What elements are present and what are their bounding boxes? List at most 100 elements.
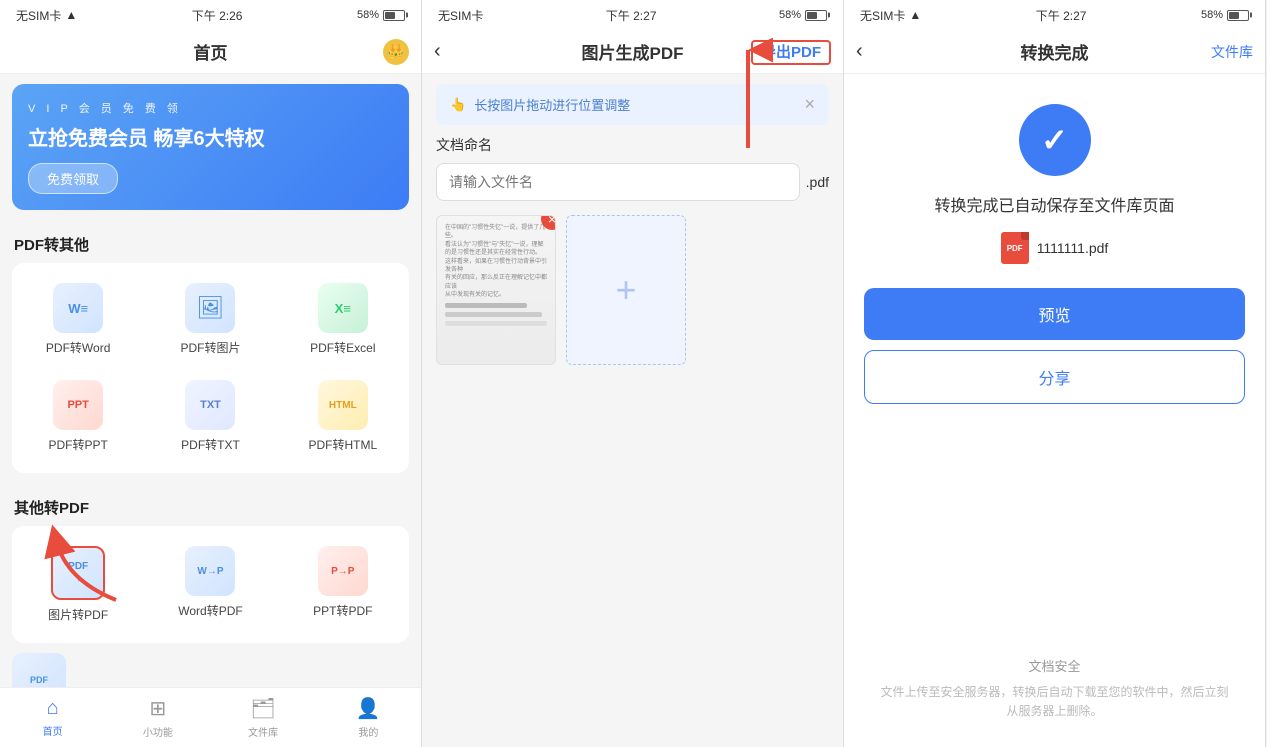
nav-bar-2: ‹ 图片生成PDF 导出PDF — [422, 30, 843, 74]
tip-icon: 👆 — [450, 97, 466, 113]
nav-title-3: 转换完成 — [1021, 39, 1089, 64]
nav-title-2: 图片生成PDF — [582, 39, 684, 64]
tool-img2pdf[interactable]: PDF↑ 图片转PDF — [12, 534, 144, 635]
tool-grid-pdf2other: W≡ PDF转Word 🖼 PDF转图片 X≡ PDF转Excel PPT — [12, 263, 409, 473]
tool-pdf2ppt[interactable]: PPT PDF转PPT — [12, 368, 144, 465]
section-title-pdf2other: PDF转其他 — [0, 220, 421, 263]
tool-pdf2html[interactable]: HTML PDF转HTML — [277, 368, 409, 465]
image-canvas: 在中国的"习惯性失忆"一说，提供了几些。 看法认为"习惯性"与"失忆"一说，理解… — [422, 215, 843, 365]
pdf2txt-icon: TXT — [185, 380, 235, 430]
bottom-nav-profile[interactable]: 👤 我的 — [316, 696, 421, 739]
bottom-nav-tools-label: 小功能 — [143, 724, 173, 739]
vip-banner[interactable]: V I P 会 员 免 费 领 立抢免费会员 畅享6大特权 免费领取 — [12, 84, 409, 210]
word2pdf-label: Word转PDF — [178, 602, 242, 619]
screen-content-2: 👆 长按图片拖动进行位置调整 × 文档命名 .pdf 在中国的"习惯性失忆"一说… — [422, 74, 843, 747]
crown-icon[interactable]: 👑 — [383, 39, 409, 65]
share-button[interactable]: 分享 — [864, 350, 1245, 404]
battery-pct-1: 58% — [357, 9, 379, 21]
bottom-nav-home-label: 首页 — [43, 723, 63, 738]
bottom-nav-profile-label: 我的 — [358, 724, 378, 739]
img2pdf-icon: PDF↑ — [51, 546, 105, 600]
preview-label: 预览 — [1038, 308, 1070, 325]
pdf-label: PDF — [1007, 244, 1023, 253]
back-button-3[interactable]: ‹ — [856, 40, 863, 63]
battery-pct-2: 58% — [779, 9, 801, 21]
phone2: 无SIM卡 下午 2:27 58% ‹ 图片生成PDF 导出PDF 👆 长按图片… — [422, 0, 844, 747]
checkmark-icon: ✓ — [1041, 121, 1068, 159]
ppt2pdf-icon: P→P — [318, 546, 368, 596]
input-suffix: .pdf — [806, 174, 829, 190]
battery-icon-1 — [383, 10, 405, 21]
add-icon: + — [615, 269, 636, 311]
pdf2excel-icon: X≡ — [318, 283, 368, 333]
nav-bar-3: ‹ 转换完成 文件库 — [844, 30, 1265, 74]
tool-pdf2excel[interactable]: X≡ PDF转Excel — [277, 271, 409, 368]
security-desc: 文件上传至安全服务器，转换后自动下载至您的软件中，然后立刻从服务器上删除。 — [880, 683, 1229, 721]
time-2: 下午 2:27 — [606, 7, 657, 24]
filename-input[interactable] — [436, 163, 800, 201]
vip-main-text: 立抢免费会员 畅享6大特权 — [28, 122, 393, 151]
status-right-1: 58% — [357, 9, 405, 21]
tool-ppt2pdf[interactable]: P→P PPT转PDF — [277, 534, 409, 635]
battery-fill-2 — [807, 12, 817, 19]
pdf2word-icon: W≡ — [53, 283, 103, 333]
form-label: 文档命名 — [436, 135, 829, 155]
form-input-row: .pdf — [436, 163, 829, 201]
image-thumbnail-1: 在中国的"习惯性失忆"一说，提供了几些。 看法认为"习惯性"与"失忆"一说，理解… — [436, 215, 556, 365]
form-section: 文档命名 .pdf — [422, 135, 843, 201]
pdf2excel-label: PDF转Excel — [310, 339, 375, 356]
status-left-3: 无SIM卡 ▲ — [860, 7, 921, 24]
tip-close-button[interactable]: × — [804, 94, 815, 115]
battery-icon-3 — [1227, 10, 1249, 21]
status-left-1: 无SIM卡 ▲ — [16, 7, 77, 24]
bottom-nav-home[interactable]: ⌂ 首页 — [0, 697, 105, 738]
tool-pdf2image[interactable]: 🖼 PDF转图片 — [144, 271, 276, 368]
pdf2image-icon: 🖼 — [185, 283, 235, 333]
bottom-nav-tools[interactable]: ⊞ 小功能 — [105, 696, 210, 739]
vip-claim-button[interactable]: 免费领取 — [28, 163, 118, 194]
back-button-2[interactable]: ‹ — [434, 40, 441, 63]
pdf2word-label: PDF转Word — [46, 339, 110, 356]
pdf2ppt-icon: PPT — [53, 380, 103, 430]
tool-grid-other2pdf: PDF↑ 图片转PDF W→P Word转PDF P→P PPT转PDF — [12, 526, 409, 643]
add-image-button[interactable]: + — [566, 215, 686, 365]
conversion-done-area: ✓ 转换完成已自动保存至文件库页面 PDF 1111111.pdf 预览 分享 … — [844, 74, 1265, 747]
export-pdf-label: 导出PDF — [751, 40, 831, 65]
battery-pct-3: 58% — [1201, 9, 1223, 21]
bottom-nav-library-label: 文件库 — [248, 724, 278, 739]
tip-bar: 👆 长按图片拖动进行位置调整 × — [436, 84, 829, 125]
carrier-2: 无SIM卡 — [438, 7, 483, 24]
tool-pdf2word[interactable]: W≡ PDF转Word — [12, 271, 144, 368]
status-bar-2: 无SIM卡 下午 2:27 58% — [422, 0, 843, 30]
img2pdf-label: 图片转PDF — [48, 606, 108, 623]
bottom-nav-library[interactable]: 🗂 文件库 — [211, 696, 316, 739]
tools-icon: ⊞ — [149, 696, 166, 721]
library-button[interactable]: 文件库 — [1211, 42, 1253, 62]
tool-word2pdf[interactable]: W→P Word转PDF — [144, 534, 276, 635]
word2pdf-icon: W→P — [185, 546, 235, 596]
library-icon: 🗂 — [250, 696, 275, 721]
status-left-2: 无SIM卡 — [438, 7, 483, 24]
file-name: 1111111.pdf — [1037, 240, 1109, 256]
success-message: 转换完成已自动保存至文件库页面 — [934, 192, 1174, 216]
tool-pdf2txt[interactable]: TXT PDF转TXT — [144, 368, 276, 465]
nav-bar-1: 首页 👑 — [0, 30, 421, 74]
battery-fill-3 — [1229, 12, 1239, 19]
img-line-2 — [445, 312, 542, 317]
export-pdf-button[interactable]: 导出PDF — [751, 41, 831, 62]
pdf2html-label: PDF转HTML — [308, 436, 377, 453]
success-circle: ✓ — [1019, 104, 1091, 176]
nav-title-1: 首页 — [194, 39, 228, 64]
battery-fill-1 — [385, 12, 395, 19]
ppt2pdf-label: PPT转PDF — [313, 602, 372, 619]
img-line-1 — [445, 303, 527, 308]
preview-button[interactable]: 预览 — [864, 288, 1245, 340]
phone3: 无SIM卡 ▲ 下午 2:27 58% ‹ 转换完成 文件库 ✓ 转换完成已自动… — [844, 0, 1266, 747]
img-line-3 — [445, 321, 547, 326]
pdf2html-icon: HTML — [318, 380, 368, 430]
section-title-other2pdf: 其他转PDF — [0, 483, 421, 526]
carrier-3: 无SIM卡 — [860, 7, 905, 24]
thumb-text: 在中国的"习惯性失忆"一说，提供了几些。 看法认为"习惯性"与"失忆"一说，理解… — [445, 224, 547, 300]
time-3: 下午 2:27 — [1036, 7, 1087, 24]
security-section: 文档安全 文件上传至安全服务器，转换后自动下载至您的软件中，然后立刻从服务器上删… — [864, 640, 1245, 737]
